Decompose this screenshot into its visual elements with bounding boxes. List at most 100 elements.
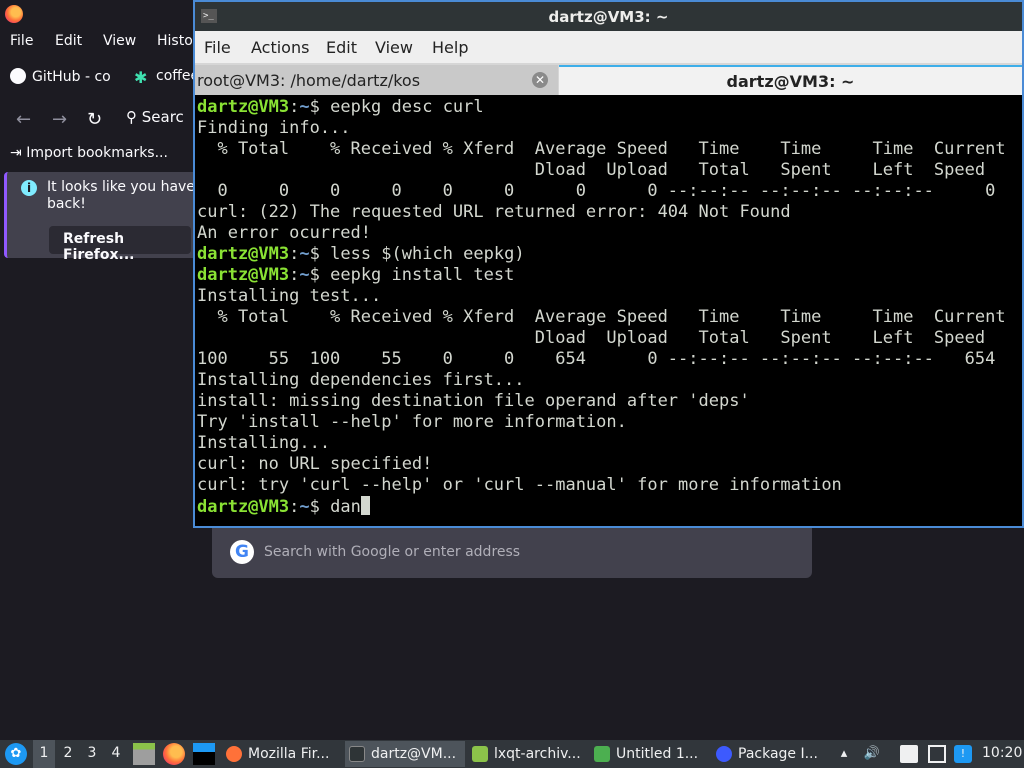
terminal-output-line: curl: try 'curl --help' or 'curl --manua… (197, 475, 842, 495)
firefox-logo-icon (5, 5, 23, 23)
terminal-menu-actions[interactable]: Actions (251, 38, 309, 57)
archive-icon (472, 746, 488, 762)
prompt-user: dartz@VM3 (197, 265, 290, 285)
terminal-output-line: curl: (22) The requested URL returned er… (197, 202, 791, 222)
terminal-output-line: 100 55 100 55 0 0 654 0 --:--:-- --:--:-… (197, 349, 996, 369)
firefox-tab-coffee[interactable]: ✱ coffee (134, 68, 199, 86)
import-bookmarks-button[interactable]: ⇥ Import bookmarks... (10, 145, 168, 161)
update-notifier-icon[interactable]: ! (954, 745, 972, 763)
terminal-command-line: dartz@VM3:~$ eepkg install test (197, 265, 515, 285)
firefox-menubar: File Edit View Histo (0, 28, 200, 56)
firefox-launcher-icon[interactable] (163, 743, 185, 765)
desktop-2[interactable]: 2 (57, 740, 79, 768)
terminal-menu-edit[interactable]: Edit (326, 38, 357, 57)
firefox-menu-history[interactable]: Histo (157, 33, 193, 49)
terminal-menu-help[interactable]: Help (432, 38, 468, 57)
terminal-titlebar[interactable]: >_ dartz@VM3: ~ (195, 2, 1022, 31)
desktop-3[interactable]: 3 (81, 740, 103, 768)
start-menu-icon[interactable]: ✿ (5, 743, 27, 765)
task-archiver[interactable]: lxqt-archiv... (468, 741, 586, 767)
terminal-tabbar: root@VM3: /home/dartz/kos ✕ dartz@VM3: ~ (195, 63, 1022, 95)
firefox-refresh-notice: i It looks like you haven back! Refresh … (4, 172, 204, 263)
task-terminal[interactable]: dartz@VM... (345, 741, 465, 767)
terminal-command-line: dartz@VM3:~$ eepkg desc curl (197, 97, 484, 117)
firefox-icon (226, 746, 242, 762)
task-label: dartz@VM... (371, 746, 457, 762)
taskbar: ✿ 1 2 3 4 Mozilla Fir... dartz@VM... lxq… (0, 740, 1024, 768)
file-manager-icon[interactable] (133, 743, 155, 765)
show-desktop-icon[interactable] (193, 743, 215, 765)
back-icon[interactable]: ← (16, 109, 31, 130)
reload-icon[interactable]: ↻ (87, 109, 102, 130)
import-bookmarks-label: Import bookmarks... (26, 145, 168, 161)
command-text: eepkg desc curl (319, 97, 484, 117)
clock[interactable]: 10:20 (982, 745, 1022, 761)
firefox-url-bar[interactable]: G Search with Google or enter address (212, 528, 812, 578)
google-icon: G (230, 540, 254, 564)
tab-label: dartz@VM3: ~ (726, 72, 855, 91)
url-placeholder: Search with Google or enter address (264, 544, 521, 560)
firefox-search-field[interactable]: ⚲ Searc (126, 108, 184, 126)
task-label: Mozilla Fir... (248, 746, 330, 762)
task-label: Untitled 1... (616, 746, 699, 762)
terminal-tab-root[interactable]: root@VM3: /home/dartz/kos ✕ (195, 65, 558, 95)
command-text: less $(which eepkg) (319, 244, 525, 264)
prompt-user: dartz@VM3 (197, 497, 290, 517)
terminal-output-line: % Total % Received % Xferd Average Speed… (197, 307, 1006, 327)
terminal-output-line: % Total % Received % Xferd Average Speed… (197, 139, 1006, 159)
terminal-window: >_ dartz@VM3: ~ File Actions Edit View H… (193, 0, 1024, 528)
command-text: eepkg install test (319, 265, 515, 285)
terminal-output-line: An error ocurred! (197, 223, 371, 243)
desktop-1[interactable]: 1 (33, 740, 55, 768)
firefox-tabstrip: GitHub - co ✱ coffee (0, 60, 200, 94)
terminal-output-line: Finding info... (197, 118, 351, 138)
firefox-menu-edit[interactable]: Edit (55, 33, 82, 49)
firefox-tab-github[interactable]: GitHub - co (10, 68, 111, 85)
task-package-installer[interactable]: Package I... (712, 741, 830, 767)
close-tab-icon[interactable]: ✕ (532, 72, 548, 88)
terminal-output-line: Dload Upload Total Spent Left Speed (197, 160, 986, 180)
prompt-user: dartz@VM3 (197, 97, 290, 117)
terminal-output-line: 0 0 0 0 0 0 0 0 --:--:-- --:--:-- --:--:… (197, 181, 996, 201)
prompt-user: dartz@VM3 (197, 244, 290, 264)
task-label: lxqt-archiv... (494, 746, 581, 762)
search-label: Searc (141, 108, 184, 126)
import-icon: ⇥ (10, 145, 22, 161)
task-untitled[interactable]: Untitled 1... (590, 741, 708, 767)
document-icon (594, 746, 610, 762)
firefox-menu-file[interactable]: File (10, 33, 33, 49)
terminal-output-line: install: missing destination file operan… (197, 391, 750, 411)
terminal-output-line: curl: no URL specified! (197, 454, 433, 474)
scroll-up-icon[interactable]: ▴ (835, 745, 853, 763)
clipboard-icon[interactable] (900, 745, 918, 763)
terminal-menu-view[interactable]: View (375, 38, 413, 57)
forward-icon[interactable]: → (52, 109, 67, 130)
terminal-output[interactable]: dartz@VM3:~$ eepkg desc curl Finding info… (197, 97, 1020, 527)
terminal-output-line: Installing... (197, 433, 331, 453)
terminal-tab-dartz[interactable]: dartz@VM3: ~ (559, 65, 1022, 95)
task-label: Package I... (738, 746, 818, 762)
prompt-path: ~ (299, 244, 310, 264)
terminal-menubar: File Actions Edit View Help (195, 31, 1022, 63)
notice-text: It looks like you haven back! (47, 179, 204, 212)
prompt-path: ~ (299, 97, 310, 117)
terminal-command-line: dartz@VM3:~$ dan (197, 496, 1020, 517)
command-text: dan (319, 497, 361, 517)
terminal-icon (349, 746, 365, 762)
prompt-path: ~ (299, 265, 310, 285)
coffee-icon: ✱ (134, 68, 148, 87)
info-icon: i (21, 180, 37, 196)
terminal-menu-file[interactable]: File (204, 38, 231, 57)
terminal-command-line: dartz@VM3:~$ less $(which eepkg) (197, 244, 525, 264)
prompt-path: ~ (299, 497, 310, 517)
terminal-output-line: Installing dependencies first... (197, 370, 525, 390)
task-firefox[interactable]: Mozilla Fir... (222, 741, 340, 767)
firefox-menu-view[interactable]: View (103, 33, 136, 49)
text-cursor (360, 496, 370, 515)
network-icon[interactable] (928, 745, 946, 763)
tab-label: GitHub - co (32, 69, 111, 85)
refresh-firefox-button[interactable]: Refresh Firefox... (49, 226, 191, 263)
desktop-4[interactable]: 4 (105, 740, 127, 768)
volume-icon[interactable]: 🔊 (863, 745, 881, 763)
terminal-title: dartz@VM3: ~ (548, 8, 669, 26)
